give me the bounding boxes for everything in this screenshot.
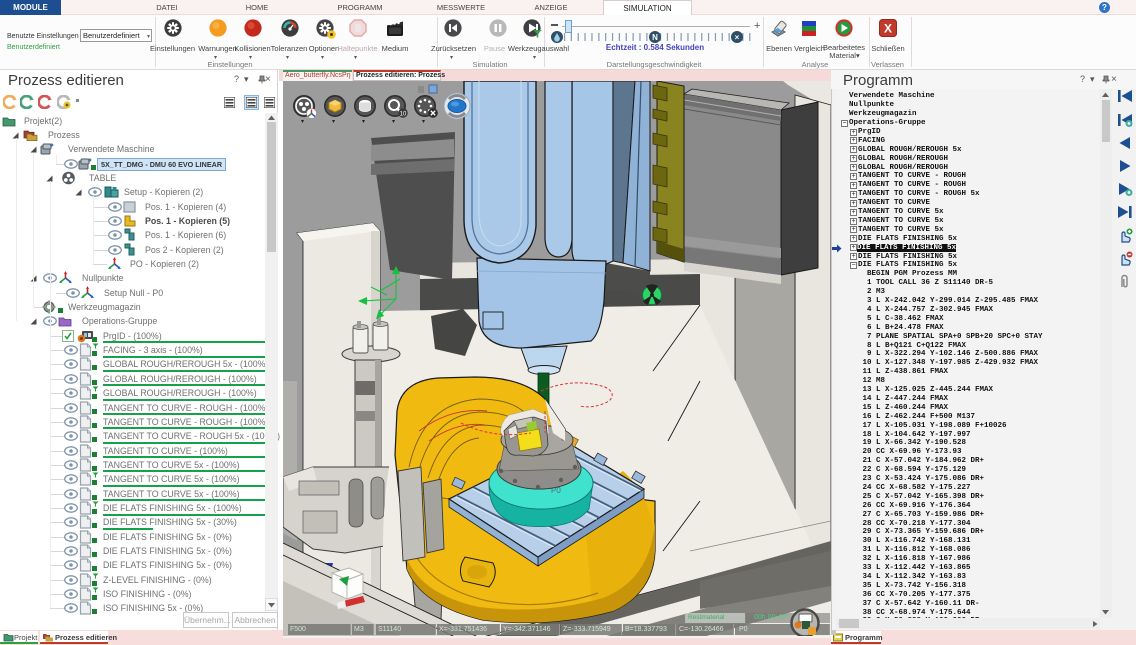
- svg-text:X: X: [884, 22, 892, 36]
- svg-text:×: ×: [735, 33, 740, 42]
- svg-text:10: 10: [400, 111, 407, 117]
- svg-text:N: N: [652, 33, 658, 42]
